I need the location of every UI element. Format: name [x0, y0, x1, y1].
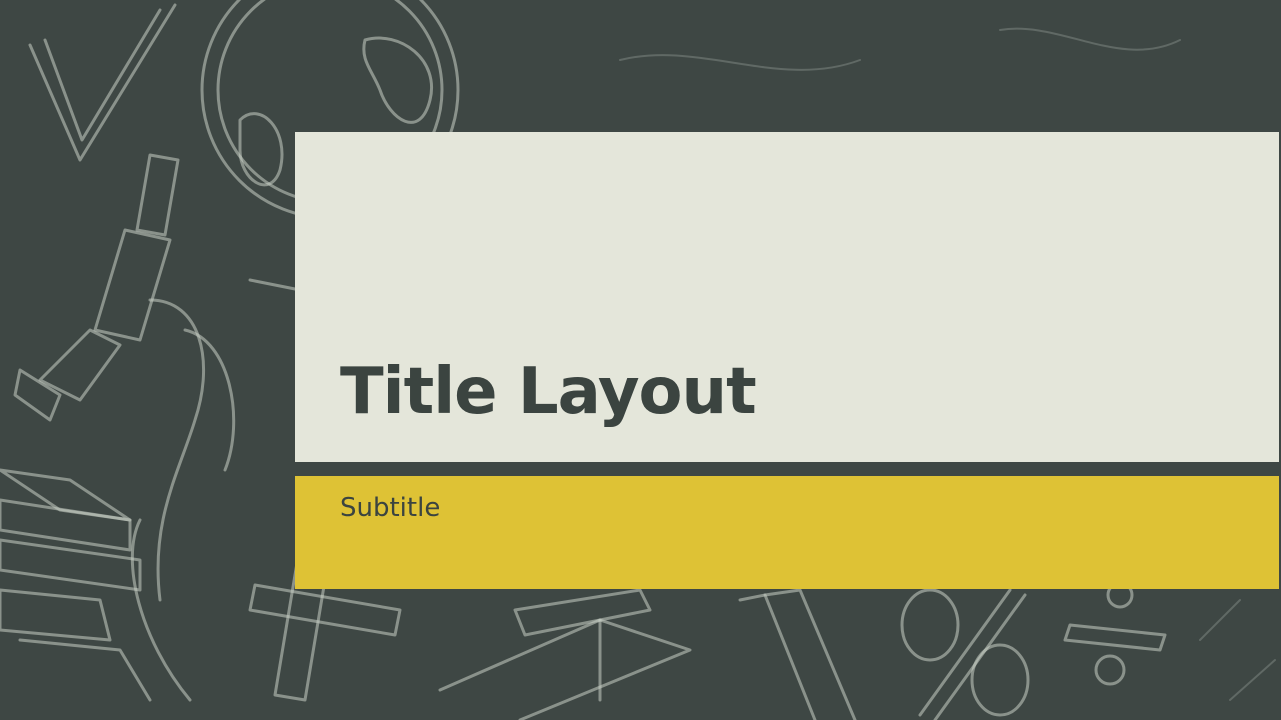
- slide-subtitle[interactable]: Subtitle: [340, 495, 440, 521]
- slide-title[interactable]: Title Layout: [340, 360, 757, 424]
- slide: Title Layout Subtitle: [0, 0, 1281, 720]
- title-placeholder-panel[interactable]: Title Layout: [295, 132, 1279, 462]
- subtitle-placeholder-band[interactable]: Subtitle: [295, 476, 1279, 589]
